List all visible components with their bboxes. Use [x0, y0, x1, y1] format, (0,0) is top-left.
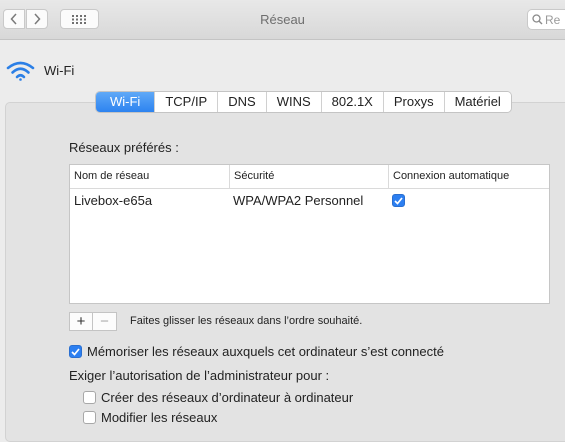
table-row[interactable]: Livebox-e65a WPA/WPA2 Personnel	[70, 189, 549, 211]
tab-dns[interactable]: DNS	[217, 92, 266, 112]
add-remove-controls: + −	[69, 312, 117, 331]
search-icon	[532, 14, 543, 25]
auto-connect-cell	[388, 193, 549, 208]
auto-connect-checkbox[interactable]	[392, 194, 405, 207]
column-header-network-name[interactable]: Nom de réseau	[70, 165, 229, 188]
create-computer-networks-checkbox[interactable]	[83, 391, 96, 404]
checkmark-icon	[71, 347, 80, 356]
network-name-cell: Livebox-e65a	[74, 192, 153, 208]
column-header-security[interactable]: Sécurité	[229, 165, 388, 188]
preferred-networks-label: Réseaux préférés :	[69, 140, 179, 155]
create-computer-networks-option[interactable]: Créer des réseaux d’ordinateur à ordinat…	[83, 390, 353, 405]
search-placeholder: Re	[545, 12, 561, 27]
preferred-networks-table: Nom de réseau Sécurité Connexion automat…	[69, 164, 550, 304]
search-input[interactable]: Re	[527, 9, 565, 30]
wifi-icon	[6, 61, 35, 81]
add-network-button[interactable]: +	[69, 312, 93, 331]
tab-bar: Wi-Fi TCP/IP DNS WINS 802.1X Proxys Maté…	[95, 91, 512, 113]
title-bar: Réseau Re	[0, 0, 565, 40]
remember-networks-checkbox[interactable]	[69, 345, 82, 358]
column-header-auto-connect[interactable]: Connexion automatique	[388, 165, 549, 188]
modify-networks-option[interactable]: Modifier les réseaux	[83, 410, 217, 425]
tab-8021x[interactable]: 802.1X	[320, 92, 383, 112]
remember-networks-label: Mémoriser les réseaux auxquels cet ordin…	[87, 344, 444, 359]
reorder-hint: Faites glisser les réseaux dans l’ordre …	[130, 315, 363, 327]
create-computer-networks-label: Créer des réseaux d’ordinateur à ordinat…	[101, 390, 354, 405]
admin-authorization-label: Exiger l’autorisation de l’administrateu…	[69, 368, 330, 383]
remember-networks-option[interactable]: Mémoriser les réseaux auxquels cet ordin…	[69, 344, 444, 359]
modify-networks-label: Modifier les réseaux	[101, 410, 218, 425]
table-header: Nom de réseau Sécurité Connexion automat…	[70, 165, 549, 189]
tab-wifi[interactable]: Wi-Fi	[96, 92, 155, 112]
checkmark-icon	[394, 196, 403, 205]
remove-network-button[interactable]: −	[93, 312, 117, 331]
tab-proxys[interactable]: Proxys	[382, 92, 444, 112]
security-cell: WPA/WPA2 Personnel	[233, 192, 364, 208]
tab-materiel[interactable]: Matériel	[443, 92, 511, 112]
interface-header: Wi-Fi	[6, 60, 74, 81]
tab-tcpip[interactable]: TCP/IP	[154, 92, 218, 112]
modify-networks-checkbox[interactable]	[83, 411, 96, 424]
tab-wins[interactable]: WINS	[265, 92, 321, 112]
interface-name: Wi-Fi	[44, 63, 75, 78]
window-title: Réseau	[260, 12, 305, 27]
